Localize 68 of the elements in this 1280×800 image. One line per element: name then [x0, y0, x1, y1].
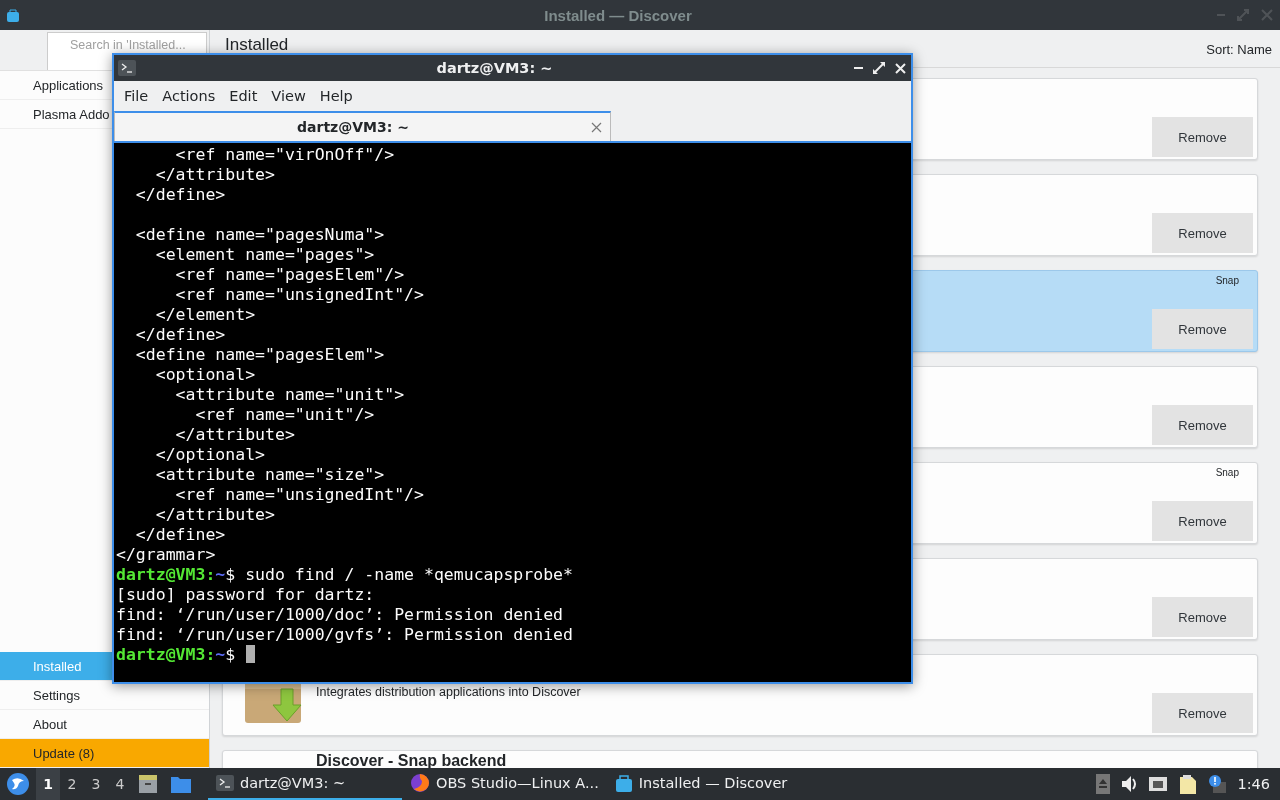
terminal-line: <element name="pages"> [154, 245, 375, 264]
remove-button[interactable]: Remove [1152, 405, 1253, 445]
start-menu-icon[interactable] [6, 772, 30, 796]
shopping-bag-icon [6, 7, 20, 23]
terminal-line: <ref name="unit"/> [194, 405, 375, 424]
volume-icon[interactable] [1120, 774, 1139, 794]
terminal-line: <define name="pagesElem"> [134, 345, 385, 364]
window-title: dartz@VM3: ~ [435, 60, 554, 76]
app-description: Integrates distribution applications into Discover [316, 685, 581, 699]
source-label: Snap [1215, 275, 1239, 286]
task-button[interactable]: OBS Studio—Linux A... [402, 768, 607, 800]
clock[interactable]: 1:46 [1237, 776, 1270, 792]
terminal-line: </define> [134, 185, 226, 204]
task-button[interactable]: dartz@VM3: ~ [208, 768, 402, 800]
globe-icon [410, 773, 430, 793]
network-icon[interactable] [1148, 774, 1169, 794]
terminal-line: <ref name="unsignedInt"/> [174, 285, 424, 304]
terminal-line: </attribute> [154, 165, 275, 184]
menu-item[interactable]: Edit [222, 88, 265, 104]
tab-label: dartz@VM3: ~ [296, 119, 410, 135]
terminal-command: $ sudo find / -name *qemucapsprobe* [225, 565, 573, 584]
terminal-line: <define name="pagesNuma"> [134, 225, 385, 244]
page-title: Installed [225, 36, 289, 54]
terminal-icon [216, 775, 234, 791]
desktop-switcher[interactable]: 2 [60, 768, 84, 800]
terminal-line: <attribute name="unit"> [174, 385, 405, 404]
terminal-tab[interactable]: dartz@VM3: ~ [114, 111, 611, 141]
clipboard-icon[interactable] [1178, 773, 1199, 795]
folder-icon[interactable] [170, 774, 192, 794]
desktop-switcher[interactable]: 1 [36, 768, 60, 800]
terminal-line: </element> [154, 305, 256, 324]
remove-button[interactable]: Remove [1152, 501, 1253, 541]
remove-button[interactable]: Remove [1152, 117, 1253, 157]
sort-button[interactable]: Sort: Name [1196, 30, 1280, 68]
terminal-line: find: ‘/run/user/1000/gvfs’: Permission denied [116, 625, 573, 644]
terminal-line: </optional> [154, 445, 265, 464]
terminal-line: </define> [134, 525, 226, 544]
terminal-line: <ref name="pagesElem"/> [174, 265, 405, 284]
terminal-line: </define> [134, 325, 226, 344]
maximize-icon[interactable] [872, 61, 886, 75]
desktop-switcher[interactable]: 3 [84, 768, 108, 800]
notification-icon[interactable] [1208, 774, 1228, 794]
remove-button[interactable]: Remove [1152, 693, 1253, 733]
terminal-line: </attribute> [174, 425, 295, 444]
source-label: Snap [1215, 467, 1239, 478]
terminal-icon [118, 60, 136, 76]
task-button[interactable]: Installed — Discover [606, 768, 796, 800]
terminal-line: [sudo] password for dartz: [116, 585, 375, 604]
file-cabinet-icon[interactable] [138, 774, 158, 794]
terminal-line: </attribute> [154, 505, 275, 524]
update-item[interactable]: Update (8) [0, 739, 209, 768]
expand-tray-icon[interactable] [1096, 774, 1111, 794]
terminal-line: <optional> [154, 365, 256, 384]
prompt-user: dartz@VM3: [116, 565, 216, 584]
terminal-line: <ref name="virOnOff"/> [174, 145, 395, 164]
terminal-line: find: ‘/run/user/1000/doc’: Permission denied [116, 605, 564, 624]
remove-button[interactable]: Remove [1152, 213, 1253, 253]
shopping-bag-icon [614, 774, 633, 792]
menu-item[interactable]: Help [312, 88, 360, 104]
menu-item[interactable]: View [264, 88, 313, 104]
remove-button[interactable]: Remove [1152, 597, 1253, 637]
terminal-line: </grammar> [116, 545, 216, 564]
terminal-line: <ref name="unsignedInt"/> [174, 485, 424, 504]
remove-button[interactable]: Remove [1152, 309, 1253, 349]
desktop-switcher[interactable]: 4 [108, 768, 132, 800]
terminal-line: <attribute name="size"> [154, 465, 385, 484]
prompt-path: ~ [215, 565, 226, 584]
window-title: Installed — Discover [543, 6, 693, 24]
